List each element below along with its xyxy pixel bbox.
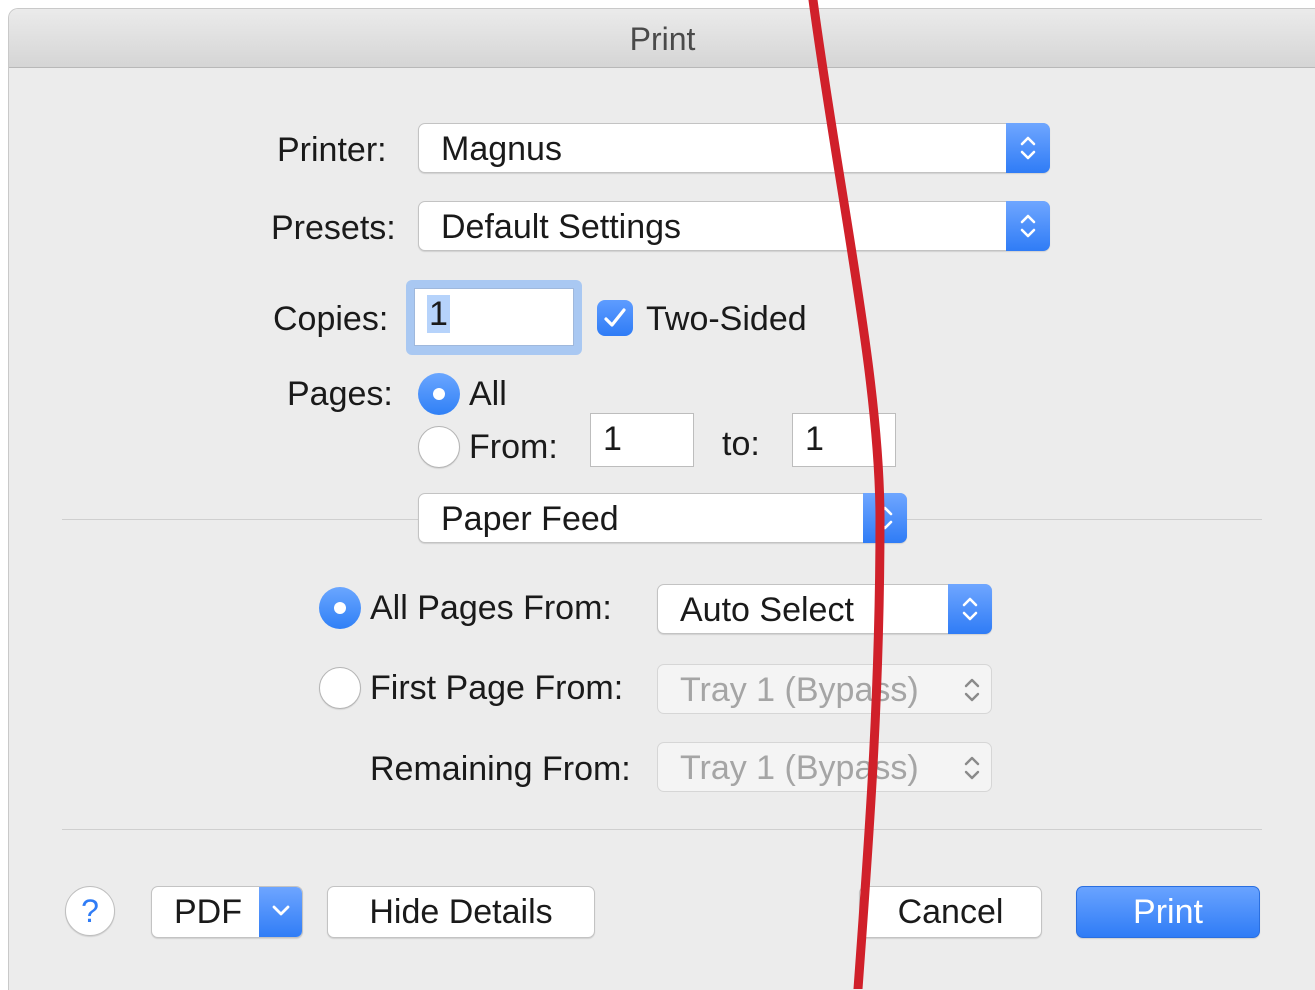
help-button[interactable]: ? — [65, 886, 115, 936]
all-pages-from-radio[interactable] — [319, 587, 361, 629]
print-label: Print — [1133, 893, 1203, 931]
print-button[interactable]: Print — [1076, 886, 1260, 938]
copies-field[interactable]: 1 — [414, 288, 574, 346]
first-page-from-value: Tray 1 (Bypass) — [680, 671, 919, 709]
pages-from-label[interactable]: From: — [469, 428, 558, 467]
up-down-chevron-icon — [961, 675, 983, 710]
first-page-from-popup: Tray 1 (Bypass) — [657, 664, 992, 714]
question-mark-icon: ? — [81, 893, 99, 929]
pages-to-label: to: — [722, 425, 760, 463]
section-popup-value: Paper Feed — [441, 500, 619, 538]
up-down-chevron-icon — [961, 753, 983, 788]
chevron-down-icon — [259, 887, 302, 937]
all-pages-from-popup[interactable]: Auto Select — [657, 584, 992, 634]
up-down-chevron-icon — [1006, 201, 1050, 251]
presets-value: Default Settings — [441, 208, 682, 246]
presets-popup[interactable]: Default Settings — [418, 201, 1050, 251]
two-sided-label[interactable]: Two-Sided — [646, 300, 807, 339]
section-popup[interactable]: Paper Feed — [418, 493, 907, 543]
remaining-from-popup: Tray 1 (Bypass) — [657, 742, 992, 792]
up-down-chevron-icon — [948, 584, 992, 634]
pages-from-field[interactable]: 1 — [590, 413, 694, 467]
presets-label: Presets: — [271, 209, 396, 247]
printer-value: Magnus — [441, 130, 562, 168]
remaining-from-value: Tray 1 (Bypass) — [680, 749, 919, 787]
printer-label: Printer: — [277, 131, 387, 169]
printer-popup[interactable]: Magnus — [418, 123, 1050, 173]
up-down-chevron-icon — [863, 493, 907, 543]
first-page-from-label[interactable]: First Page From: — [370, 669, 623, 708]
hide-details-label: Hide Details — [369, 893, 553, 931]
pdf-label: PDF — [174, 893, 242, 931]
copies-label: Copies: — [273, 300, 389, 338]
all-pages-from-value: Auto Select — [680, 591, 854, 629]
pages-from-radio[interactable] — [418, 426, 460, 468]
pages-label: Pages: — [287, 375, 393, 413]
cancel-label: Cancel — [897, 893, 1004, 931]
pages-to-field[interactable]: 1 — [792, 413, 896, 467]
copies-value: 1 — [427, 295, 450, 333]
all-pages-from-label[interactable]: All Pages From: — [370, 589, 612, 628]
checkmark-icon — [604, 308, 626, 327]
pages-all-label[interactable]: All — [469, 375, 507, 414]
remaining-from-label: Remaining From: — [370, 750, 631, 788]
pages-all-radio[interactable] — [418, 373, 460, 415]
two-sided-checkbox[interactable] — [597, 300, 633, 336]
hide-details-button[interactable]: Hide Details — [327, 886, 595, 938]
footer-divider — [62, 829, 1262, 830]
pages-from-value: 1 — [603, 420, 622, 458]
divider-left — [62, 519, 418, 520]
first-page-from-radio[interactable] — [319, 667, 361, 709]
title-bar[interactable]: Print — [9, 9, 1315, 68]
cancel-button[interactable]: Cancel — [859, 886, 1042, 938]
divider-right — [907, 519, 1262, 520]
pdf-menu-button[interactable]: PDF — [151, 886, 303, 938]
window-title: Print — [629, 21, 696, 57]
up-down-chevron-icon — [1006, 123, 1050, 173]
print-dialog: Print Printer: Magnus Presets: Default S… — [8, 8, 1315, 990]
pages-to-value: 1 — [805, 420, 824, 458]
